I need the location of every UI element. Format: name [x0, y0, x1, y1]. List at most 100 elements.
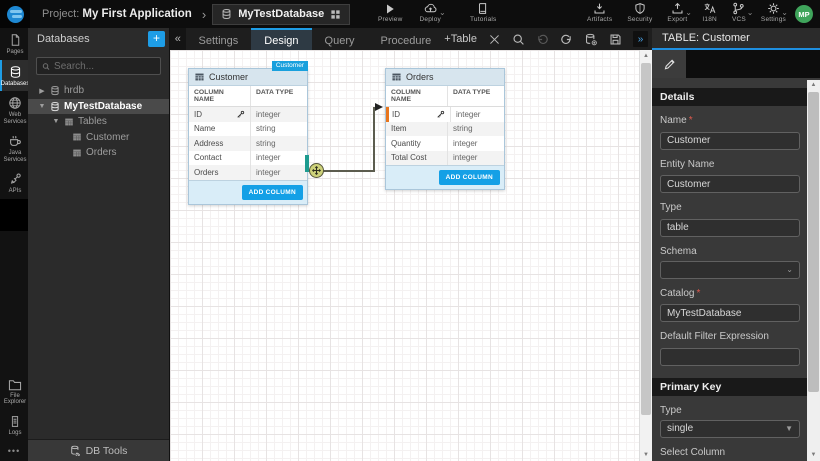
chevron-down-icon: ⌄: [786, 265, 793, 274]
entity-title: Customer: [209, 72, 248, 82]
settings-label: Settings: [761, 16, 786, 23]
user-avatar[interactable]: MP: [795, 5, 813, 23]
column-row-quantity[interactable]: Quantity integer: [386, 136, 504, 151]
column-row-id[interactable]: ID integer: [386, 107, 504, 122]
update-database-icon[interactable]: [584, 33, 598, 46]
entity-table-orders[interactable]: Orders COLUMN NAME DATA TYPE ID integer …: [385, 68, 505, 190]
entity-header[interactable]: Customer: [189, 69, 307, 86]
column-row-orders[interactable]: Orders integer: [189, 165, 307, 180]
column-name: Item: [391, 124, 407, 133]
add-column-button[interactable]: ADD COLUMN: [242, 185, 303, 200]
type-field[interactable]: [660, 219, 800, 237]
scrollbar-thumb[interactable]: [641, 63, 651, 415]
preview-button[interactable]: Preview: [378, 2, 403, 23]
tab-design[interactable]: Design: [251, 28, 311, 50]
coffee-icon: [8, 134, 22, 148]
tab-query[interactable]: Query: [312, 28, 368, 50]
column-row-contact[interactable]: Contact integer: [189, 151, 307, 166]
column-name: Quantity: [391, 139, 421, 148]
tutorials-button[interactable]: Tutorials: [470, 2, 496, 23]
entity-name-field[interactable]: [660, 175, 800, 193]
security-button[interactable]: Security: [627, 2, 652, 23]
tree-item-orders[interactable]: Orders: [28, 145, 169, 161]
chevron-right-icon: ›: [202, 7, 206, 22]
artifacts-button[interactable]: Artifacts: [587, 2, 612, 23]
schema-select[interactable]: ⌄: [660, 261, 800, 279]
i18n-button[interactable]: I18N: [702, 2, 717, 23]
default-filter-field[interactable]: [660, 348, 800, 366]
column-row-address[interactable]: Address string: [189, 136, 307, 151]
undo-icon[interactable]: [536, 33, 549, 46]
sidebar-item-file-explorer[interactable]: File Explorer: [0, 374, 28, 410]
column-row-name[interactable]: Name string: [189, 122, 307, 137]
db-tools-button[interactable]: DB Tools: [28, 439, 169, 461]
caret-down-icon: ⌄: [685, 11, 692, 15]
entity-table-customer[interactable]: Customer Customer COLUMN NAME DATA TYPE …: [188, 68, 308, 205]
expanded-arrow-icon[interactable]: ▼: [38, 103, 46, 110]
sidebar-item-java-services[interactable]: Java Services: [0, 129, 28, 167]
name-field[interactable]: [660, 132, 800, 150]
column-name: Contact: [194, 153, 222, 162]
scroll-up-icon[interactable]: ▲: [640, 50, 652, 62]
canvas-vertical-scrollbar[interactable]: ▲ ▼: [639, 50, 652, 461]
sidebar-item-logs[interactable]: Logs: [0, 410, 28, 441]
expanded-arrow-icon[interactable]: ▼: [52, 118, 60, 125]
column-type: integer: [448, 139, 504, 148]
grid-apps-icon[interactable]: [330, 9, 341, 20]
collapsed-arrow-icon[interactable]: ▶: [38, 87, 46, 95]
collapse-panel-button[interactable]: «: [170, 28, 186, 50]
column-name: Orders: [194, 168, 218, 177]
scrollbar-thumb[interactable]: [808, 92, 819, 392]
search-icon[interactable]: [512, 33, 525, 46]
inspector-vertical-scrollbar[interactable]: ▲ ▼: [807, 80, 820, 461]
tree-item-tables[interactable]: ▼ Tables: [28, 114, 169, 130]
scroll-up-icon[interactable]: ▲: [807, 80, 820, 91]
scroll-down-icon[interactable]: ▼: [640, 449, 652, 461]
export-button[interactable]: ⌄ Export: [667, 2, 687, 23]
tree-item-hrdb[interactable]: ▶ hrdb: [28, 83, 169, 99]
entity-header[interactable]: Orders: [386, 69, 504, 86]
sidebar-item-pages[interactable]: Pages: [0, 28, 28, 60]
search-input[interactable]: [54, 61, 155, 72]
edit-tab[interactable]: [652, 50, 686, 78]
logs-label: Logs: [8, 430, 21, 437]
settings-button[interactable]: ⌄ Settings: [761, 2, 786, 23]
database-search[interactable]: [36, 57, 161, 75]
tree-item-customer[interactable]: Customer: [28, 130, 169, 146]
table-icon: [391, 72, 402, 82]
add-table-button[interactable]: +Table: [444, 33, 477, 45]
deploy-button[interactable]: ⌄ Deploy: [420, 2, 441, 23]
column-row-total-cost[interactable]: Total Cost integer: [386, 151, 504, 166]
sidebar-item-web-services[interactable]: Web Services: [0, 91, 28, 129]
add-database-button[interactable]: +: [148, 31, 165, 47]
add-column-button[interactable]: ADD COLUMN: [439, 170, 500, 185]
relation-move-handle[interactable]: [309, 163, 324, 178]
tab-settings[interactable]: Settings: [186, 28, 252, 50]
tree-item-label: hrdb: [64, 85, 84, 96]
save-icon[interactable]: [609, 33, 622, 46]
tab-procedure[interactable]: Procedure: [368, 28, 445, 50]
catalog-field[interactable]: [660, 304, 800, 322]
entity-column-headers: COLUMN NAME DATA TYPE: [189, 86, 307, 107]
schema-field-label: Schema: [660, 246, 800, 257]
pk-type-select[interactable]: single ▼: [660, 420, 800, 438]
close-icon[interactable]: [488, 33, 501, 46]
tree-item-mytestdatabase[interactable]: ▼ MyTestDatabase: [28, 99, 169, 115]
sidebar-item-apis[interactable]: APIs: [0, 167, 28, 199]
vcs-button[interactable]: ⌄ VCS: [732, 2, 746, 23]
column-type: string: [251, 124, 307, 133]
column-row-item[interactable]: Item string: [386, 122, 504, 137]
redo-icon[interactable]: [560, 33, 573, 46]
er-diagram-canvas[interactable]: Customer Customer COLUMN NAME DATA TYPE …: [170, 50, 652, 461]
rail-overflow-button[interactable]: •••: [0, 440, 28, 461]
sidebar-item-databases[interactable]: Databases: [0, 60, 28, 92]
expand-panel-button[interactable]: »: [633, 31, 648, 47]
app-logo[interactable]: [0, 0, 30, 28]
column-row-id[interactable]: ID integer: [189, 107, 307, 122]
i18n-label: I18N: [702, 16, 717, 23]
table-icon: [72, 132, 82, 142]
scroll-down-icon[interactable]: ▼: [807, 450, 820, 461]
column-type: integer: [448, 153, 504, 162]
play-icon: [384, 3, 396, 15]
database-tab[interactable]: MyTestDatabase: [212, 4, 350, 25]
